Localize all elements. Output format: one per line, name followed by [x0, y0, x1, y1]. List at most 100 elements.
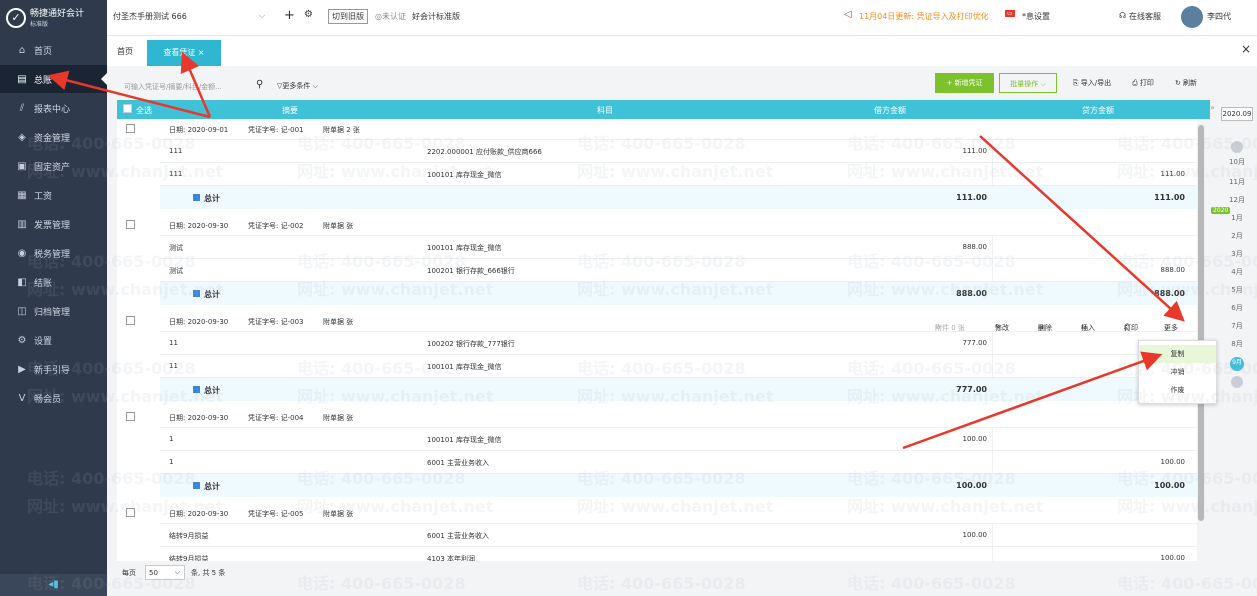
headset-icon[interactable]: ☊	[1119, 11, 1126, 20]
sidebar-item-asset[interactable]: ▣ 固定资产	[0, 152, 107, 180]
table-row[interactable]: 11 100202 银行存款_777银行 777.00	[160, 331, 1197, 355]
line-debit: 777.00	[962, 339, 988, 347]
account-selector[interactable]: 付圣杰手册测试 666	[113, 11, 187, 22]
batch-operation-button[interactable]: 批量操作 ⌵	[999, 73, 1057, 93]
certification-status[interactable]: ◎未认证	[375, 11, 406, 22]
message-icon[interactable]: ▭	[1005, 10, 1015, 17]
import-icon: ⎘	[1072, 79, 1081, 87]
scrollbar-thumb[interactable]	[1198, 125, 1204, 521]
page-size-select[interactable]: 50 ⌵	[145, 565, 185, 580]
announcement-icon: ◁	[844, 9, 852, 20]
table-row[interactable]: 11 100101 库存现金_微信	[160, 354, 1197, 378]
menu-item-copy[interactable]: 复制	[1139, 345, 1216, 363]
sidebar-item-ledger[interactable]: ▤ 总账	[0, 65, 107, 93]
sidebar-item-vip[interactable]: V 畅会员	[0, 384, 107, 412]
close-tab-icon[interactable]: ×	[198, 48, 205, 57]
print-button[interactable]: ⎙ 打印	[1127, 73, 1159, 93]
total-icon	[193, 482, 200, 489]
sidebar-item-close-books[interactable]: ◧ 结账	[0, 268, 107, 296]
table-row[interactable]: 111 2202.000001 应付账款_供应商666 111.00	[160, 139, 1197, 163]
timeline-month[interactable]: 3月	[1217, 249, 1257, 259]
sidebar-item-invoice[interactable]: ▥ 发票管理	[0, 210, 107, 238]
tab-home[interactable]: 首页	[117, 46, 133, 57]
period-year[interactable]: 2020.09	[1221, 107, 1253, 121]
search-icon[interactable]: ⚲	[256, 79, 263, 90]
voucher-card: 日期: 2020-09-30 凭证字号: 记-002 附单据 张 测试 1001…	[117, 215, 1197, 305]
table-row[interactable]: 测试 100201 银行存款_666银行 888.00	[160, 258, 1197, 282]
voucher-checkbox[interactable]	[126, 508, 135, 517]
expand-icon[interactable]: »	[1210, 103, 1215, 112]
voucher-checkbox[interactable]	[126, 412, 135, 421]
total-debit: 777.00	[956, 385, 987, 394]
timeline-month[interactable]: 2月	[1217, 231, 1257, 241]
import-export-button[interactable]: ⎘ 导入/导出	[1067, 73, 1117, 93]
voucher-checkbox[interactable]	[126, 220, 135, 229]
line-summary: 结转9月损益	[169, 532, 209, 540]
line-summary: 测试	[169, 244, 183, 252]
user-name[interactable]: 李四代	[1207, 11, 1231, 22]
sidebar-item-label: 资金管理	[34, 133, 71, 144]
sidebar-item-home[interactable]: ⌂ 首页	[0, 36, 107, 64]
search-input[interactable]: 可输入凭证号/摘要/科目/金额...	[124, 82, 242, 92]
refresh-button[interactable]: ↻ 刷新	[1169, 73, 1203, 93]
more-actions-menu: 复制 冲销 作废	[1138, 340, 1217, 404]
new-voucher-button[interactable]: + 新增凭证	[935, 73, 994, 93]
table-row[interactable]: 1 6001 主营业务收入 100.00	[160, 450, 1197, 474]
more-filter-button[interactable]: ▽更多条件 ⌵	[277, 81, 318, 91]
table-row[interactable]: 111 100101 库存现金_微信 111.00	[160, 162, 1197, 186]
invoice-icon: ▥	[17, 218, 27, 230]
select-all-checkbox[interactable]	[123, 104, 132, 113]
timeline-down-icon[interactable]	[1231, 376, 1243, 388]
switch-old-version-button[interactable]: 切到旧版	[328, 9, 368, 24]
timeline-month[interactable]: 7月	[1217, 321, 1257, 331]
menu-item-void[interactable]: 作废	[1139, 381, 1216, 399]
table-row[interactable]: 测试 100101 库存现金_微信 888.00	[160, 235, 1197, 259]
sidebar-item-gear[interactable]: ⚙ 设置	[0, 326, 107, 354]
sidebar-item-tax[interactable]: ◉ 税务管理	[0, 239, 107, 267]
timeline-month[interactable]: 4月	[1217, 267, 1257, 277]
update-notice-link[interactable]: 11月04日更新: 凭证导入及打印优化	[859, 11, 989, 22]
timeline-month[interactable]: 10月	[1217, 157, 1257, 167]
chevron-down-icon[interactable]: ⌵	[259, 11, 265, 21]
page-size-value: 50	[149, 569, 158, 577]
online-service-link[interactable]: 在线客服	[1129, 11, 1161, 22]
total-label: 总计	[204, 290, 220, 299]
timeline-month[interactable]: 6月	[1217, 303, 1257, 313]
total-label: 总计	[204, 194, 220, 203]
timeline-month[interactable]: 12月	[1217, 195, 1257, 205]
sidebar-item-chart[interactable]: ⫽ 报表中心	[0, 94, 107, 122]
timeline-month[interactable]: 11月	[1217, 177, 1257, 187]
timeline-up-icon[interactable]	[1231, 141, 1243, 153]
add-icon[interactable]: +	[284, 8, 295, 23]
voucher-checkbox[interactable]	[126, 316, 135, 325]
avatar[interactable]	[1181, 6, 1203, 28]
menu-item-reverse[interactable]: 冲销	[1139, 363, 1216, 381]
import-export-label: 导入/导出	[1080, 79, 1112, 87]
sidebar-item-guide[interactable]: ▶ 新手引导	[0, 355, 107, 383]
table-row[interactable]: 1 100101 库存现金_微信 100.00	[160, 427, 1197, 451]
timeline-current[interactable]: 9月	[1230, 357, 1244, 371]
total-debit: 888.00	[956, 289, 987, 298]
timeline-month[interactable]: 5月	[1217, 285, 1257, 295]
collapse-sidebar-button[interactable]: ◂▮	[0, 574, 107, 596]
table-row[interactable]: 结转9月损益 6001 主营业务收入 100.00	[160, 523, 1197, 547]
top-bar: 付圣杰手册测试 666 ⌵ + ⚙ 切到旧版 ◎未认证 好会计标准版 ◁ 11月…	[107, 0, 1257, 36]
line-summary: 111	[169, 170, 183, 178]
table-row[interactable]: 结转9月损益 4103 本年利润 100.00	[160, 546, 1197, 561]
tab-view-voucher[interactable]: 查看凭证 ×	[147, 40, 221, 66]
voucher-checkbox[interactable]	[126, 124, 135, 133]
total-debit: 111.00	[956, 193, 987, 202]
total-icon	[193, 290, 200, 297]
logo[interactable]: ✓ 畅捷通好会计 标准版	[0, 0, 107, 36]
close-icon[interactable]: ×	[1241, 42, 1251, 56]
sidebar-item-money[interactable]: ◈ 资金管理	[0, 123, 107, 151]
sidebar-item-salary[interactable]: ▦ 工资	[0, 181, 107, 209]
sidebar-item-archive[interactable]: ◫ 归档管理	[0, 297, 107, 325]
timeline-month[interactable]: 1月	[1217, 213, 1257, 223]
settings-icon[interactable]: ⚙	[304, 9, 313, 20]
chevron-down-icon: ⌵	[174, 568, 180, 576]
select-all-label[interactable]: 全选	[136, 105, 152, 116]
total-credit: 888.00	[1154, 289, 1185, 298]
message-settings-link[interactable]: *息设置	[1022, 11, 1050, 22]
timeline-month[interactable]: 8月	[1217, 339, 1257, 349]
